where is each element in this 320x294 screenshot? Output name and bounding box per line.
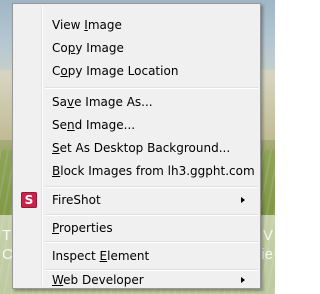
menu-item-view-image[interactable]: View Image (15, 14, 258, 36)
menu-separator (45, 269, 258, 271)
context-menu: View Image Copy Image Copy Image Locatio… (12, 3, 261, 289)
menu-item-properties[interactable]: Properties (15, 217, 258, 239)
menu-separator (45, 186, 258, 188)
menu-item-save-image-as[interactable]: Save Image As... (15, 91, 258, 113)
menu-item-set-desktop-background[interactable]: Set As Desktop Background... (15, 137, 258, 159)
menu-item-label: Set As Desktop Background... (52, 141, 231, 155)
menu-item-copy-image-location[interactable]: Copy Image Location (15, 60, 258, 82)
menu-item-send-image[interactable]: Send Image... (15, 114, 258, 136)
menu-item-label: Send Image... (52, 118, 136, 132)
menu-item-label: Inspect Element (52, 249, 150, 263)
menu-item-fireshot[interactable]: S FireShot (15, 189, 258, 211)
menu-item-label: Properties (52, 221, 113, 235)
menu-item-block-images[interactable]: Block Images from lh3.ggpht.com (15, 160, 258, 182)
menu-item-copy-image[interactable]: Copy Image (15, 37, 258, 59)
menu-item-label: Copy Image (52, 41, 124, 55)
menu-item-web-developer[interactable]: Web Developer (15, 272, 258, 288)
menu-item-label: Save Image As... (52, 95, 153, 109)
menu-separator (45, 214, 258, 216)
menu-separator (45, 87, 258, 89)
menu-separator (45, 241, 258, 243)
menu-item-label: FireShot (52, 193, 101, 207)
submenu-arrow-icon (241, 277, 245, 283)
menu-item-label: View Image (52, 18, 122, 32)
submenu-arrow-icon (241, 197, 245, 203)
menu-item-label: Block Images from lh3.ggpht.com (52, 164, 255, 178)
fireshot-icon: S (21, 192, 37, 208)
menu-item-label: Copy Image Location (52, 64, 179, 78)
menu-item-label: Web Developer (52, 273, 144, 287)
menu-item-inspect-element[interactable]: Inspect Element (15, 245, 258, 267)
